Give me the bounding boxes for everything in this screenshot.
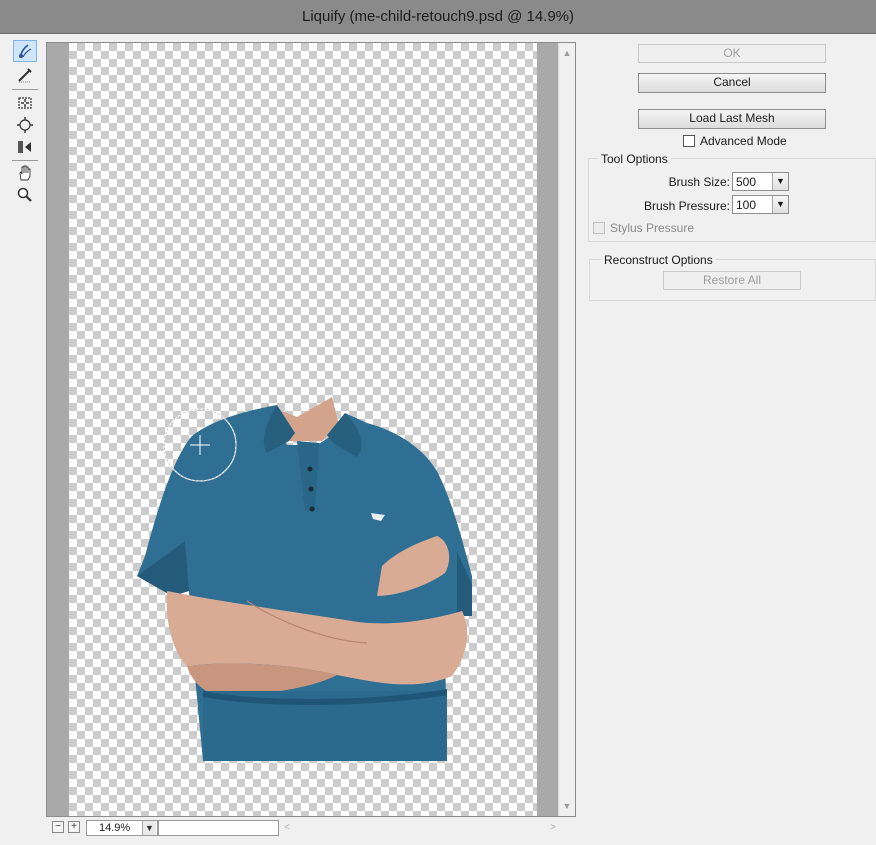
scroll-right-icon[interactable]: > [546,820,560,836]
status-readout [158,820,279,836]
push-left-tool-button[interactable] [13,136,37,158]
reconstruct-brush-icon [18,68,32,83]
magnifier-icon [17,187,32,202]
chevron-down-icon[interactable]: ▼ [142,821,156,835]
chevron-down-icon[interactable]: ▼ [772,173,788,190]
reconstruct-options-title: Reconstruct Options [601,253,716,267]
load-last-mesh-button[interactable]: Load Last Mesh [638,109,826,129]
bloat-tool-button[interactable] [13,114,37,136]
vertical-scrollbar[interactable]: ▲ ▼ [558,43,575,816]
window-title: Liquify (me-child-retouch9.psd @ 14.9%) [301,8,574,25]
zoom-in-button[interactable]: + [68,821,80,833]
brush-size-field[interactable]: 500 ▼ [732,172,789,191]
reconstruct-tool-button[interactable] [13,64,37,86]
hand-icon [19,165,31,181]
tool-options-title: Tool Options [598,152,671,166]
pucker-tool-button[interactable] [13,92,37,114]
stylus-pressure-checkbox[interactable] [593,222,605,234]
pucker-icon [18,97,32,109]
image-canvas[interactable] [69,43,537,816]
toolbar-divider [12,160,38,161]
preview-area[interactable]: ▲ ▼ [46,42,576,817]
stylus-pressure-option[interactable]: Stylus Pressure [593,221,694,235]
scroll-left-icon[interactable]: < [280,820,294,836]
brush-cursor-icon [163,408,237,482]
bloat-icon [17,117,33,133]
zoom-tool-button[interactable] [13,184,37,206]
push-left-icon [18,141,31,153]
restore-all-button[interactable]: Restore All [663,271,801,290]
hand-tool-button[interactable] [13,162,37,184]
brush-size-label: Brush Size: [668,175,730,189]
horizontal-scrollbar[interactable]: < > [280,820,560,836]
brush-pressure-value: 100 [736,198,757,212]
advanced-mode-checkbox[interactable] [683,135,695,147]
forward-warp-tool-button[interactable] [13,40,37,62]
cancel-button[interactable]: Cancel [638,73,826,93]
advanced-mode-label: Advanced Mode [700,134,787,148]
stylus-pressure-label: Stylus Pressure [610,221,695,235]
warp-hand-icon [19,44,32,58]
chevron-down-icon[interactable]: ▼ [772,196,788,213]
scroll-down-icon[interactable]: ▼ [559,798,575,814]
zoom-status-bar: − + 14.9% ▼ < > [46,818,576,838]
advanced-mode-option[interactable]: Advanced Mode [683,134,787,148]
toolbar-divider [12,89,38,90]
title-bar: Liquify (me-child-retouch9.psd @ 14.9%) [0,0,876,34]
liquify-dialog: ▲ ▼ − + 14.9% ▼ < > OK Cancel Load Last … [0,34,876,845]
brush-pressure-field[interactable]: 100 ▼ [732,195,789,214]
scroll-up-icon[interactable]: ▲ [559,45,575,61]
zoom-out-button[interactable]: − [52,821,64,833]
brush-pressure-label: Brush Pressure: [643,199,730,213]
ok-button[interactable]: OK [638,44,826,63]
brush-size-value: 500 [736,175,757,189]
